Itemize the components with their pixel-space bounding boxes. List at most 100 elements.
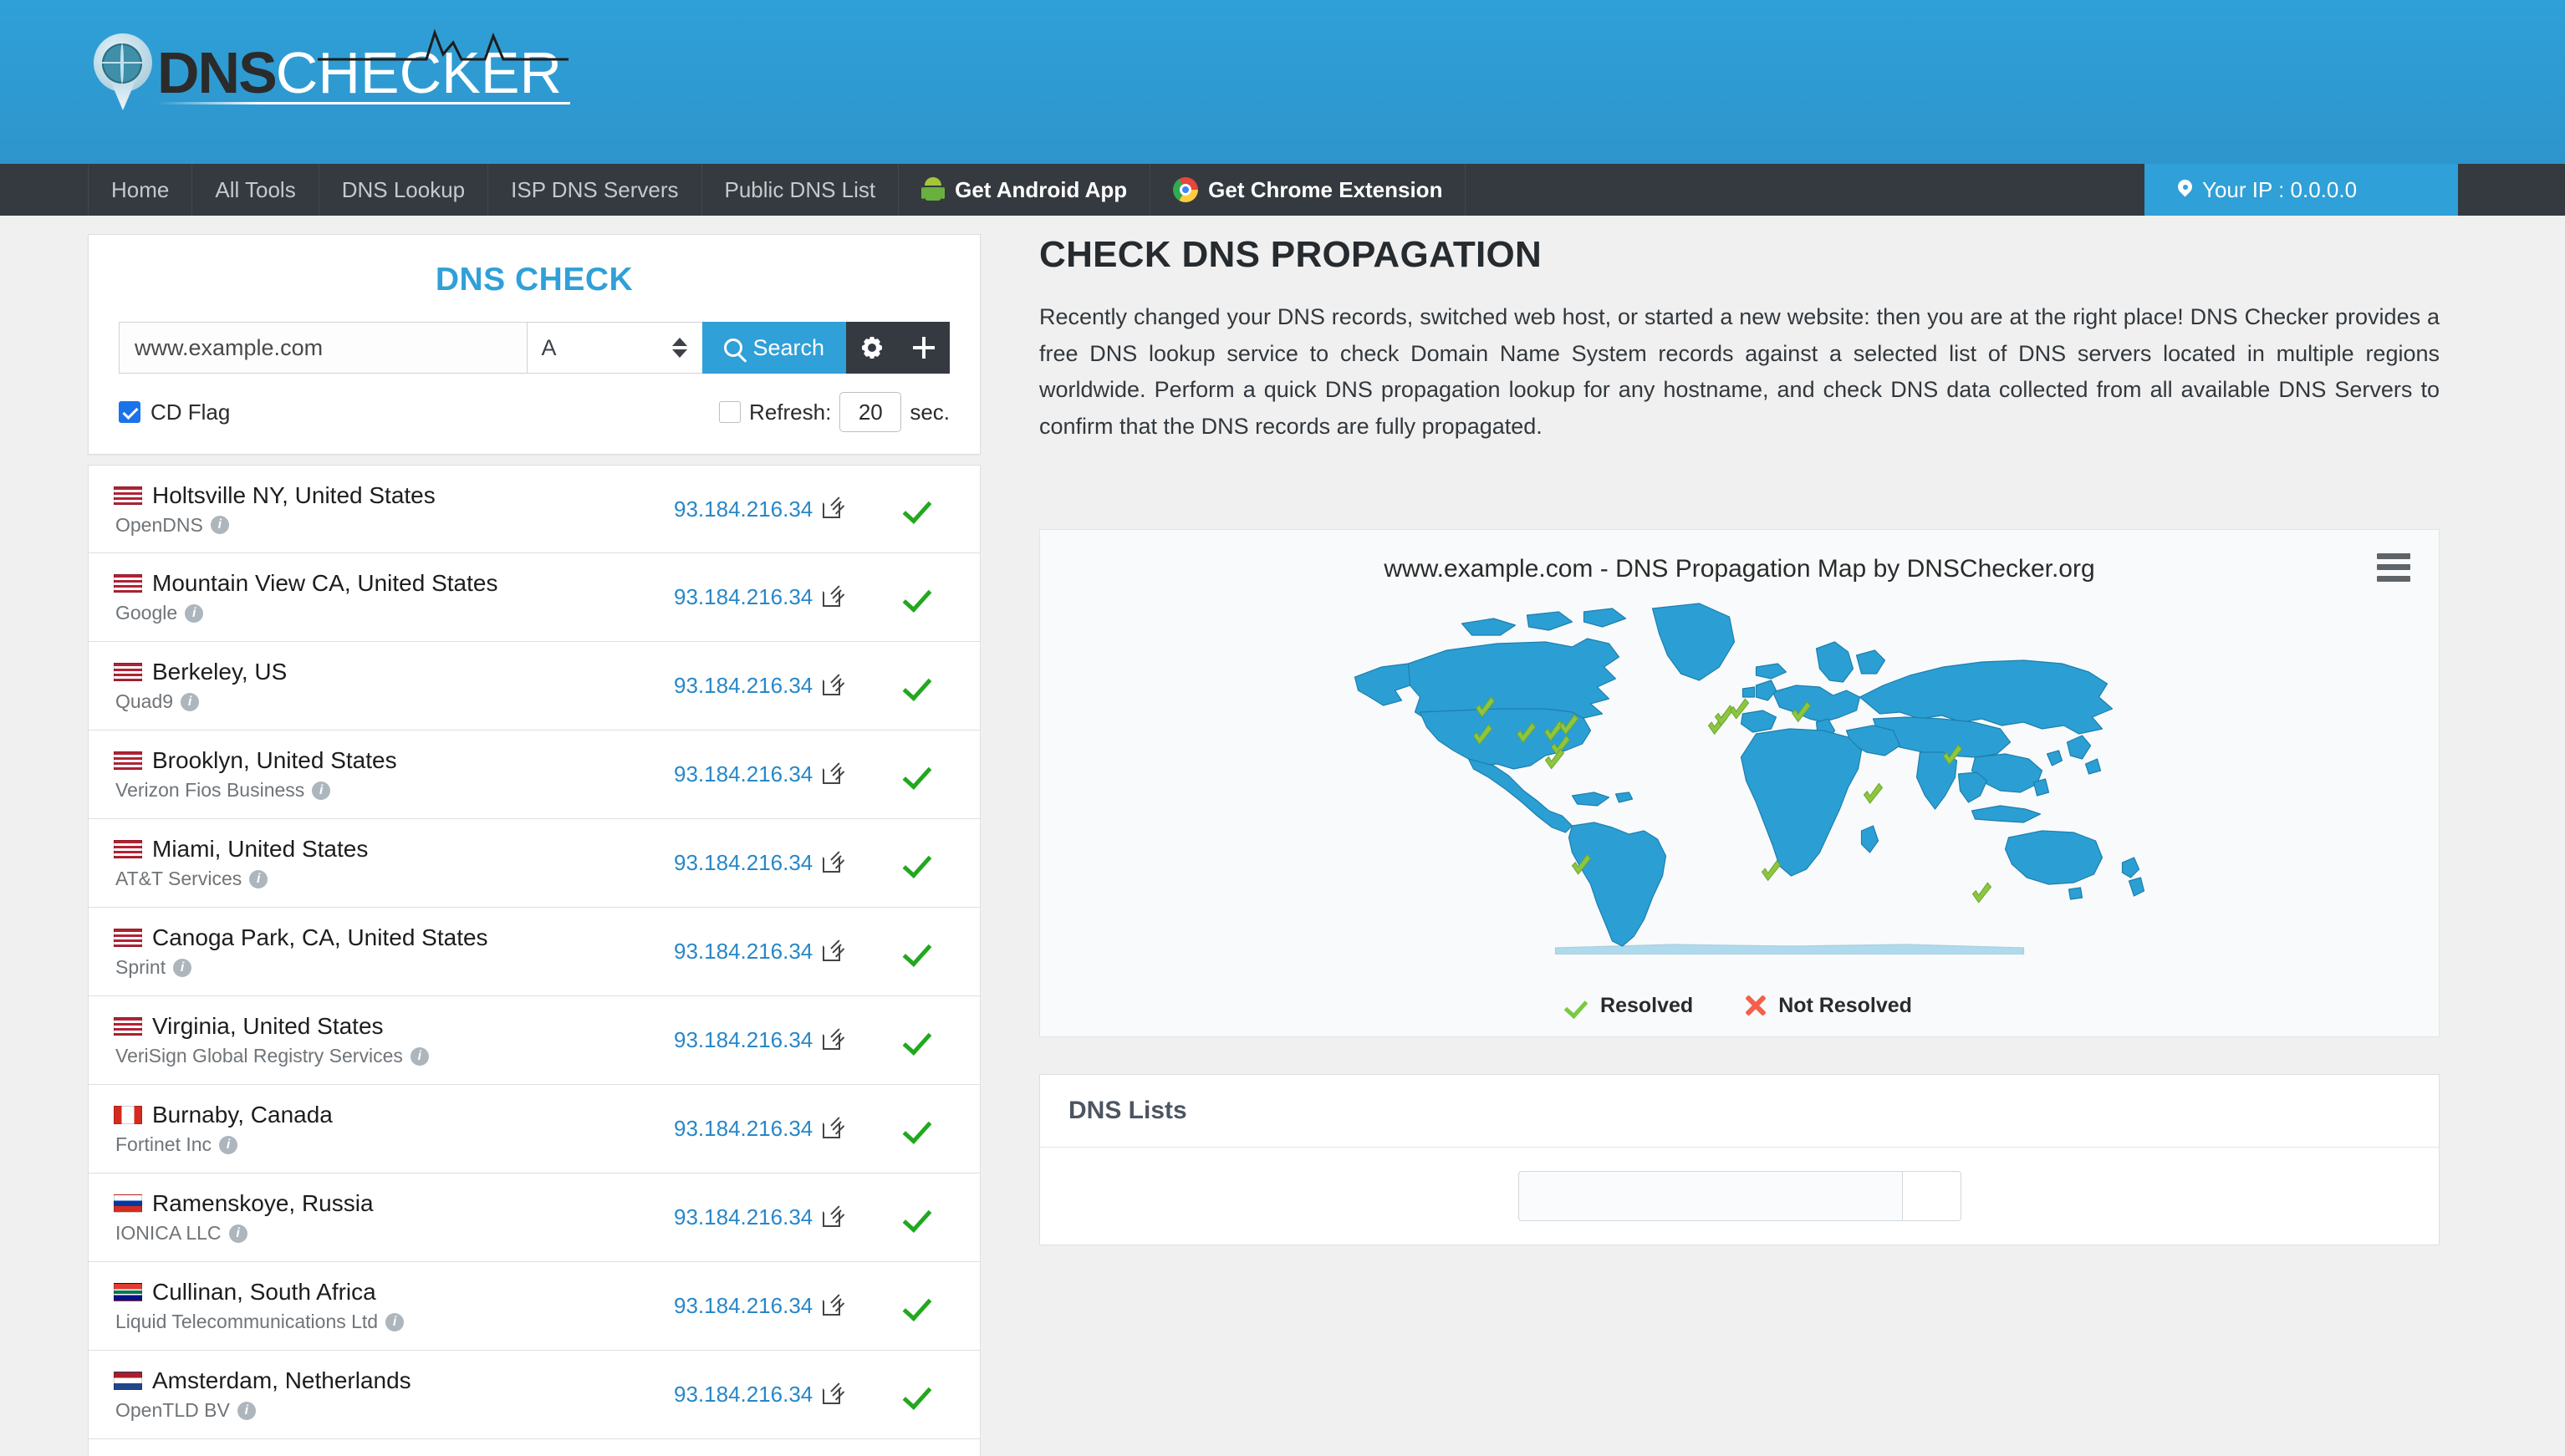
check-icon — [908, 756, 933, 793]
map-marker-resolved[interactable] — [1863, 782, 1884, 804]
info-icon[interactable]: i — [410, 1046, 429, 1066]
nav-item-isp-dns-servers[interactable]: ISP DNS Servers — [488, 164, 702, 216]
logo-heartbeat-line — [318, 28, 569, 61]
table-row[interactable]: Virginia, United States VeriSign Global R… — [88, 996, 981, 1085]
nav-item-label: Get Chrome Extension — [1208, 176, 1443, 202]
info-icon[interactable]: i — [385, 1312, 405, 1331]
result-ip-link[interactable]: 93.184.216.34 — [674, 939, 813, 965]
status-badge — [883, 491, 958, 527]
result-info: Ramenskoye, Russia IONICA LLC i — [114, 1190, 674, 1245]
cd-flag-toggle[interactable]: CD Flag — [119, 400, 230, 425]
result-ip-link[interactable]: 93.184.216.34 — [674, 496, 813, 522]
nav-item-public-dns-list[interactable]: Public DNS List — [702, 164, 900, 216]
external-link-icon[interactable] — [823, 1120, 841, 1138]
gear-icon — [861, 337, 883, 359]
dns-lists-filter-input[interactable] — [1517, 1170, 1903, 1221]
table-row[interactable]: Paris, France93.184.216.34 — [88, 1439, 981, 1456]
result-isp: Verizon Fios Business i — [114, 779, 674, 802]
result-ip-link[interactable]: 93.184.216.34 — [674, 1204, 813, 1230]
external-link-icon[interactable] — [823, 500, 841, 518]
hamburger-icon[interactable] — [2377, 552, 2410, 582]
external-link-icon[interactable] — [823, 766, 841, 784]
search-button-label: Search — [752, 334, 824, 360]
info-icon[interactable]: i — [210, 516, 229, 534]
result-ip-link[interactable]: 93.184.216.34 — [674, 584, 813, 610]
domain-input[interactable] — [119, 322, 528, 374]
external-link-icon[interactable] — [823, 1031, 841, 1050]
result-isp: Quad9 i — [114, 690, 674, 713]
info-icon[interactable]: i — [173, 958, 192, 977]
legend-not-resolved: Not Resolved — [1743, 994, 1912, 1018]
result-isp-label: IONICA LLC — [115, 1222, 222, 1244]
info-icon[interactable]: i — [181, 692, 200, 711]
table-row[interactable]: Mountain View CA, United States Google i 93… — [88, 553, 981, 642]
refresh-label: Refresh: — [749, 399, 832, 425]
table-row[interactable]: Amsterdam, Netherlands OpenTLD BV i 93.184.… — [88, 1351, 981, 1439]
your-ip-badge[interactable]: Your IP : 0.0.0.0 — [2144, 164, 2458, 216]
check-icon — [908, 1377, 933, 1413]
result-ip-link[interactable]: 93.184.216.34 — [674, 1293, 813, 1319]
cd-flag-checkbox[interactable] — [119, 401, 140, 423]
dns-lists-filter-button[interactable] — [1902, 1170, 1961, 1221]
record-type-select[interactable]: AAAAACNAMEMXNSTXTSOAPTRSRVCAA — [528, 323, 703, 373]
nav-item-get-android-app[interactable]: Get Android App — [899, 164, 1151, 216]
refresh-seconds-input[interactable] — [839, 392, 902, 432]
legend-not-resolved-label: Not Resolved — [1778, 993, 1912, 1017]
search-button[interactable]: Search — [702, 322, 846, 374]
result-ip-cell: 93.184.216.34 — [674, 939, 883, 965]
result-location-label: Cullinan, South Africa — [152, 1279, 376, 1305]
refresh-checkbox[interactable] — [719, 401, 742, 423]
settings-button[interactable] — [846, 322, 898, 374]
dns-lists-card: DNS Lists — [1039, 1073, 2440, 1245]
info-icon[interactable]: i — [228, 1224, 247, 1243]
info-icon[interactable]: i — [219, 1135, 238, 1154]
table-row[interactable]: Ramenskoye, Russia IONICA LLC i 93.184.216.… — [88, 1173, 981, 1262]
right-column: CHECK DNS PROPAGATION Recently changed y… — [1039, 234, 2440, 1456]
nav-item-label: Home — [111, 176, 170, 202]
result-isp-label: Verizon Fios Business — [115, 779, 305, 801]
map-pin-globe-icon — [94, 33, 152, 112]
table-row[interactable]: Burnaby, Canada Fortinet Inc i 93.184.216.3… — [88, 1085, 981, 1173]
map-marker-resolved[interactable] — [1971, 882, 1992, 904]
result-ip-link[interactable]: 93.184.216.34 — [674, 673, 813, 699]
table-row[interactable]: Canoga Park, CA, United States Sprint i 93.… — [88, 908, 981, 996]
logo-dns-text: DNS — [157, 40, 278, 105]
info-icon[interactable]: i — [185, 603, 204, 623]
status-badge — [883, 756, 958, 793]
info-icon[interactable]: i — [249, 869, 268, 888]
nav-item-get-chrome-extension[interactable]: Get Chrome Extension — [1150, 164, 1466, 216]
result-location: Canoga Park, CA, United States — [114, 924, 674, 951]
world-map[interactable] — [1040, 587, 2439, 955]
table-row[interactable]: Holtsville NY, United States OpenDNS i 93.1… — [88, 465, 981, 553]
table-row[interactable]: Brooklyn, United States Verizon Fios Busi… — [88, 731, 981, 819]
info-icon[interactable]: i — [237, 1401, 256, 1420]
table-row[interactable]: Berkeley, US Quad9 i 93.184.216.34 — [88, 642, 981, 731]
info-icon[interactable]: i — [312, 781, 331, 800]
table-row[interactable]: Cullinan, South Africa Liquid Telecommuni… — [88, 1262, 981, 1351]
site-header: DNSCHECKER — [0, 0, 2565, 164]
external-link-icon[interactable] — [823, 1209, 841, 1227]
external-link-icon[interactable] — [823, 1386, 841, 1404]
table-row[interactable]: Miami, United States AT&T Services i 93.184… — [88, 819, 981, 908]
external-link-icon[interactable] — [823, 588, 841, 607]
external-link-icon[interactable] — [823, 943, 841, 961]
result-ip-link[interactable]: 93.184.216.34 — [674, 1027, 813, 1053]
result-ip-link[interactable]: 93.184.216.34 — [674, 850, 813, 876]
chrome-icon — [1173, 177, 1199, 202]
main-navigation: Home All Tools DNS Lookup ISP DNS Server… — [0, 164, 2565, 216]
result-ip-link[interactable]: 93.184.216.34 — [674, 1382, 813, 1408]
external-link-icon[interactable] — [823, 854, 841, 873]
nav-item-dns-lookup[interactable]: DNS Lookup — [319, 164, 489, 216]
map-legend: Resolved Not Resolved — [1040, 994, 2439, 1018]
dns-check-title: DNS CHECK — [435, 262, 634, 298]
map-marker-resolved[interactable] — [1761, 859, 1782, 882]
result-ip-link[interactable]: 93.184.216.34 — [674, 761, 813, 787]
nav-item-all-tools[interactable]: All Tools — [192, 164, 319, 216]
external-link-icon[interactable] — [823, 1297, 841, 1316]
external-link-icon[interactable] — [823, 677, 841, 695]
result-ip-link[interactable]: 93.184.216.34 — [674, 1116, 813, 1142]
result-info: Burnaby, Canada Fortinet Inc i — [114, 1102, 674, 1156]
nav-item-home[interactable]: Home — [88, 164, 193, 216]
add-button[interactable] — [898, 322, 950, 374]
site-logo[interactable]: DNSCHECKER — [94, 28, 571, 112]
